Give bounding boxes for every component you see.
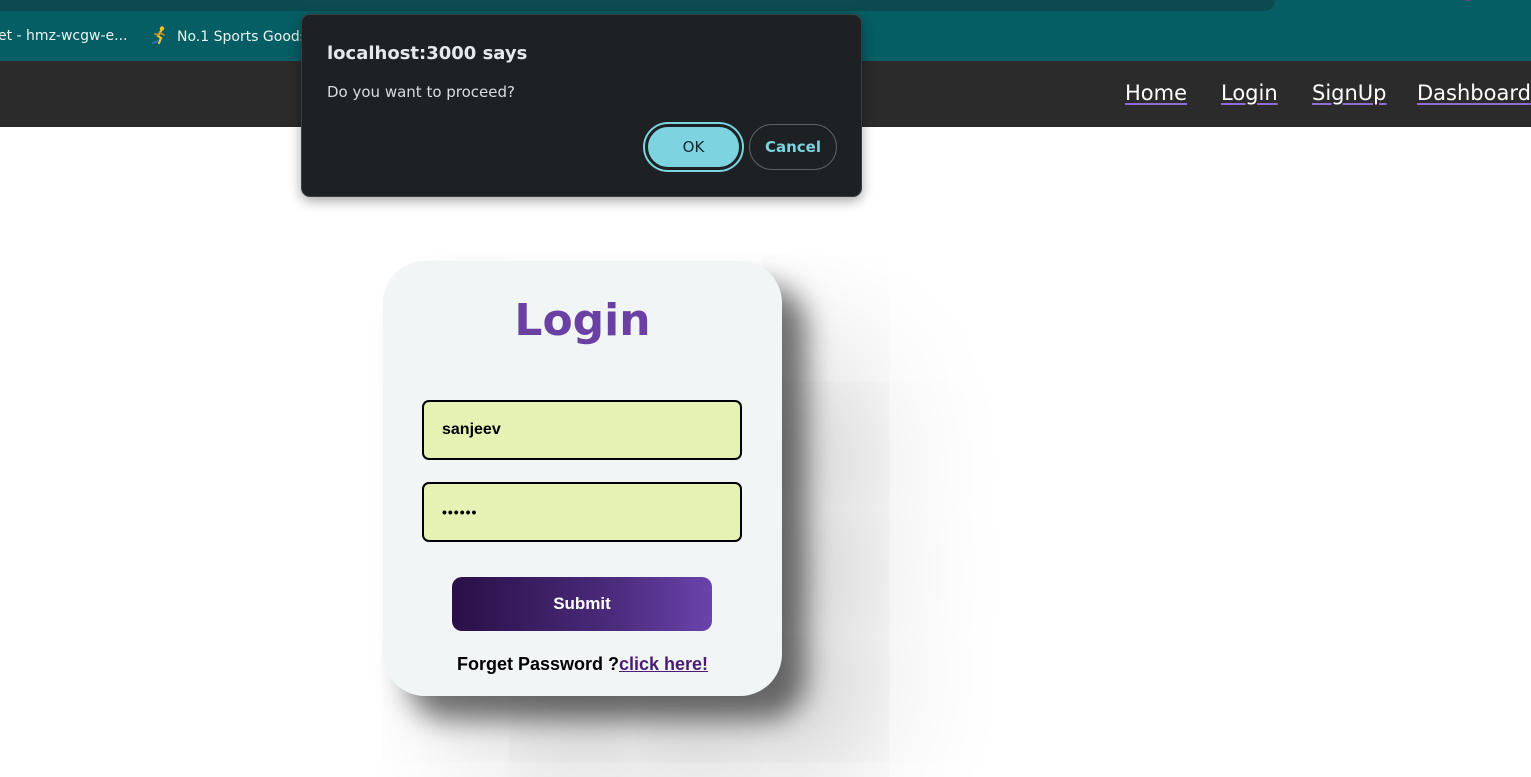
profile-avatar[interactable] — [1461, 0, 1475, 1]
nav-link-login[interactable]: Login — [1221, 81, 1278, 105]
omnibox-edge — [0, 0, 1275, 11]
username-input[interactable] — [422, 400, 742, 460]
nav-link-signup[interactable]: SignUp — [1312, 81, 1387, 105]
forgot-password: Forget Password ?click here! — [383, 654, 782, 675]
nav-link-dashboard[interactable]: Dashboard — [1417, 81, 1531, 105]
cancel-button[interactable]: Cancel — [749, 124, 837, 170]
bookmark-label: No.1 Sports Goods — [177, 29, 308, 45]
bookmark-item-sports[interactable]: No.1 Sports Goods — [150, 25, 307, 47]
dialog-title: localhost:3000 says — [327, 43, 528, 64]
forgot-password-text: Forget Password ? — [456, 654, 619, 674]
login-title: Login — [514, 295, 651, 346]
forgot-password-link[interactable]: click here! — [619, 654, 708, 674]
bookmark-label: et - hmz-wcgw-e... — [0, 28, 128, 44]
runner-icon — [150, 25, 170, 45]
password-input[interactable] — [422, 482, 742, 542]
submit-button[interactable]: Submit — [452, 577, 712, 631]
bookmark-item[interactable]: et - hmz-wcgw-e... — [0, 25, 127, 47]
confirm-dialog: localhost:3000 says Do you want to proce… — [301, 14, 862, 197]
login-card: Login Submit Forget Password ?click here… — [383, 261, 782, 696]
dialog-message: Do you want to proceed? — [327, 83, 515, 101]
ok-button[interactable]: OK — [645, 124, 742, 170]
nav-link-home[interactable]: Home — [1125, 81, 1187, 105]
